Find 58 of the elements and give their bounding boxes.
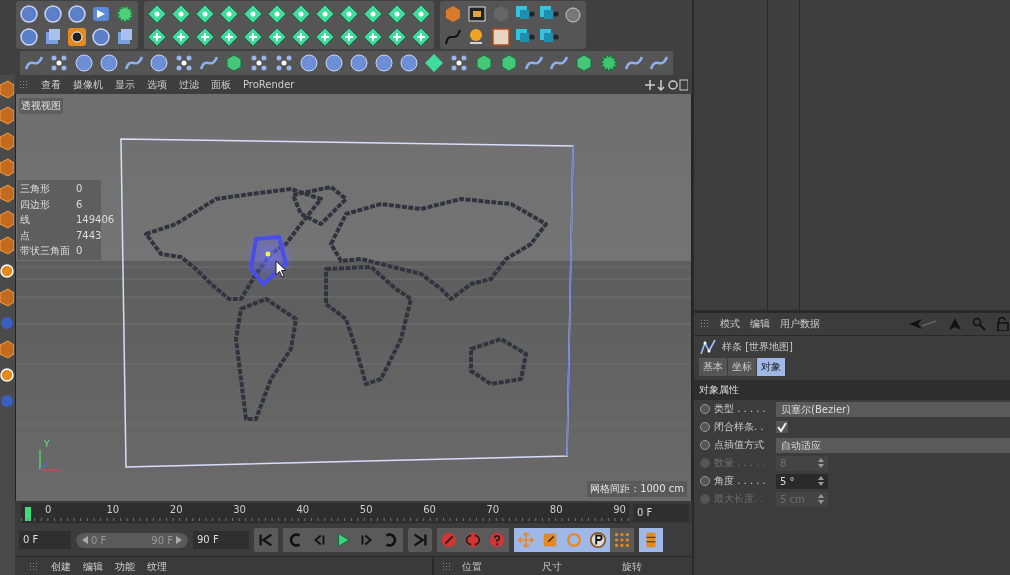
menu-item[interactable]: 摄像机 [73,77,103,92]
tab[interactable]: 基本 [699,358,727,376]
stat-label: 点 [20,228,31,243]
tab[interactable]: 对象 [757,358,785,376]
menu-item[interactable]: 编辑 [750,317,770,331]
grid-spacing-label: 网格间距 : 1000 cm [587,481,687,497]
object-title: 样条 [世界地图] [722,340,793,354]
menu-item[interactable]: 编辑 [83,560,103,574]
menu-item[interactable]: 创建 [51,560,71,574]
menu-item[interactable]: 选项 [147,77,167,92]
frame-number: 20 [169,503,183,515]
stat-value: 0 [76,182,84,196]
menu-item[interactable]: 用户数据 [780,317,820,331]
property-label: 点插值方式 [714,438,765,452]
stat-value: 6 [76,197,84,212]
menu-item[interactable]: 模式 [720,317,740,331]
frame-number: 30 [233,503,246,515]
stat-value: 0 [76,244,84,258]
stat-label: 四边形 [20,197,51,212]
range-start-value: 0 F [91,534,107,546]
stat-value: 7443 [76,228,103,243]
frame-field[interactable]: 0 F [633,503,689,522]
end-frame-field[interactable]: 90 F [193,531,249,549]
menu-item[interactable]: 功能 [115,560,135,574]
stat-label: 带状三角面 [20,244,70,258]
dropdown[interactable]: 自动适应 [776,437,1010,453]
frame-number: 10 [106,503,120,515]
frame-number: 80 [549,503,563,515]
stat-label: 三角形 [20,182,51,196]
menu-item[interactable]: ProRender [243,79,295,90]
coordinate-column-header: 位置 [462,560,483,574]
axis-label: Y [44,439,50,449]
coordinate-column-header: 尺寸 [542,560,563,574]
dropdown[interactable]: 贝塞尔(Bezier) [776,401,1010,417]
frame-number: 90 [613,503,626,515]
menu-item[interactable]: 面板 [211,77,231,92]
start-frame-field[interactable]: 0 F [19,531,71,549]
stat-label: 线 [20,213,31,227]
frame-number: 70 [486,503,500,515]
menu-item[interactable]: 纹理 [147,560,167,574]
frame-number: 0 [45,503,52,515]
tab[interactable]: 坐标 [728,358,756,376]
property-label: 类型 . . . . . [714,402,767,416]
property-label: 闭合样条. . [714,420,765,434]
frame-number: 60 [423,503,436,515]
stat-value: 149406 [76,213,115,227]
range-end-value: 90 F [151,534,173,546]
section-header: 对象属性 [694,380,1010,400]
menu-item[interactable]: 过滤 [179,77,199,92]
view-name-label: 透视视图 [19,98,63,114]
number-field[interactable]: 5 ° [776,473,828,489]
coordinate-column-header: 旋转 [622,560,643,574]
timeline-ruler[interactable]: 0 10 20 30 40 50 60 70 80 90 [21,502,629,523]
menu-item[interactable]: 查看 [41,77,61,92]
property-label: 角度 . . . . . [714,474,767,488]
menu-item[interactable]: 显示 [115,77,135,92]
frame-number: 40 [296,503,310,515]
frame-number: 50 [359,503,373,515]
